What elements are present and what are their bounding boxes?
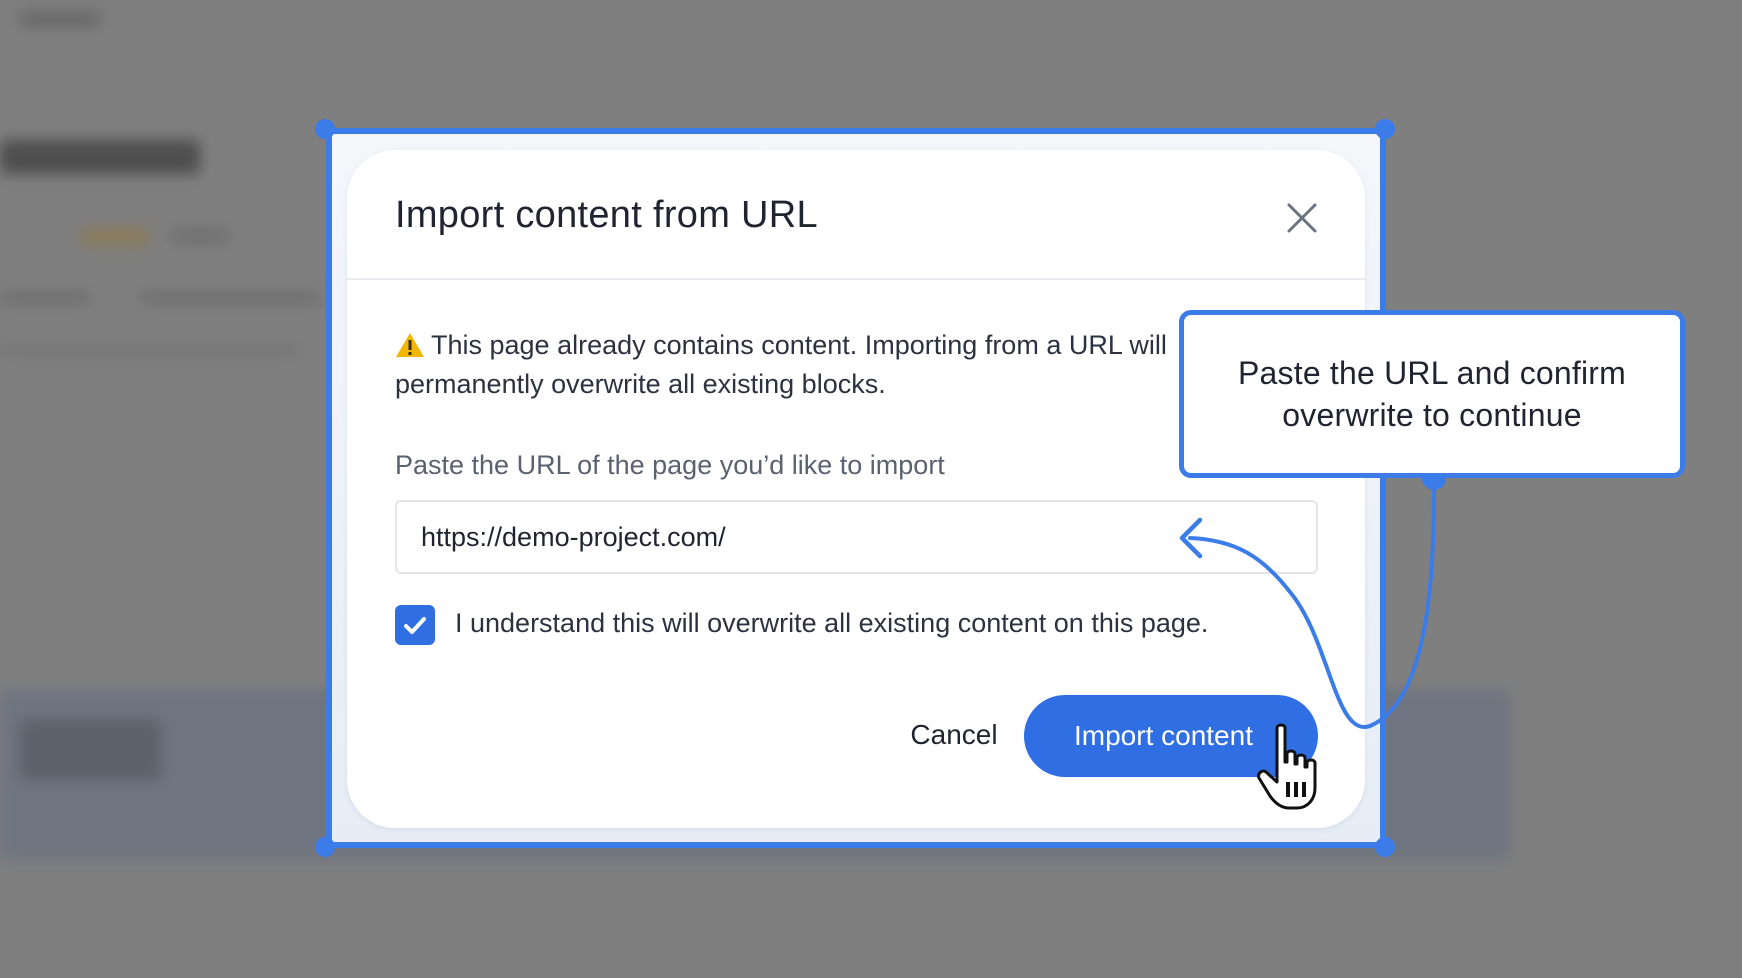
url-input[interactable]: [395, 500, 1318, 574]
resize-handle-bottom-left[interactable]: [315, 837, 335, 857]
background-text-blur: [0, 292, 90, 304]
check-icon: [404, 617, 426, 634]
background-nav-blur: [20, 10, 100, 28]
background-title-blur: [0, 140, 200, 174]
background-text-blur: [140, 292, 320, 304]
resize-handle-top-left[interactable]: [315, 119, 335, 139]
resize-handle-top-right[interactable]: [1375, 119, 1395, 139]
background-text-blur: [0, 345, 300, 355]
overwrite-confirm-checkbox[interactable]: [395, 605, 435, 645]
background-card-blur: [20, 720, 160, 780]
background-badge-blur: [80, 228, 150, 246]
import-dialog: Import content from URL This page alread…: [347, 150, 1365, 828]
warning-icon: [396, 333, 424, 357]
close-button[interactable]: [1282, 198, 1322, 238]
url-field-label: Paste the URL of the page you’d like to …: [395, 450, 945, 480]
resize-handle-bottom-right[interactable]: [1375, 837, 1395, 857]
background-meta-blur: [170, 228, 230, 244]
instruction-tooltip: Paste the URL and confirm overwrite to c…: [1179, 310, 1685, 478]
hand-pointer-icon: [1257, 723, 1317, 810]
dialog-title: Import content from URL: [395, 194, 818, 236]
dialog-header: Import content from URL: [347, 150, 1365, 280]
warning-text: This page already contains content. Impo…: [395, 330, 1167, 399]
tooltip-text: Paste the URL and confirm overwrite to c…: [1238, 355, 1626, 433]
close-icon: [1287, 203, 1317, 233]
overwrite-warning: This page already contains content. Impo…: [395, 326, 1175, 404]
overwrite-confirm-label[interactable]: I understand this will overwrite all exi…: [455, 608, 1208, 639]
